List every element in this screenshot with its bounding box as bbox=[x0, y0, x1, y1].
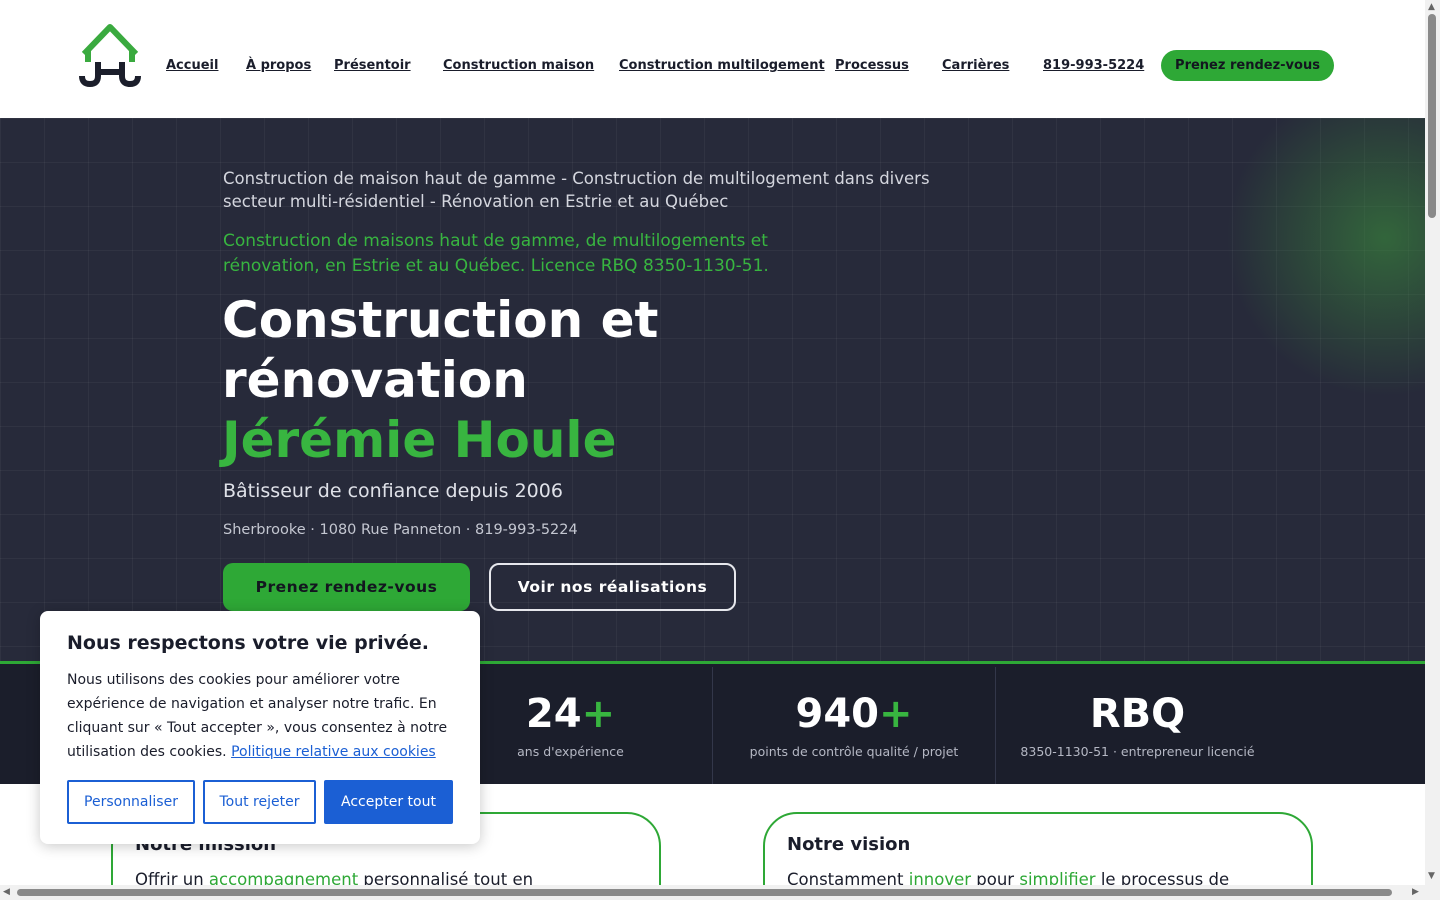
hero-tagline: Construction de maison haut de gamme - C… bbox=[223, 169, 930, 211]
hero-contact-info: Sherbrooke · 1080 Rue Panneton · 819-993… bbox=[223, 522, 578, 538]
horizontal-scrollbar-thumb[interactable] bbox=[17, 889, 1392, 896]
nav-presentoir[interactable]: Présentoir bbox=[334, 58, 411, 73]
stat-quality-value: 940+ bbox=[713, 691, 995, 737]
nav-a-propos[interactable]: À propos bbox=[246, 58, 311, 73]
hero-section: Construction de maison haut de gamme - C… bbox=[0, 118, 1425, 662]
stat-quality-points: 940+ points de contrôle qualité / projet bbox=[713, 664, 995, 784]
scroll-down-arrow-icon[interactable]: ▼ bbox=[1428, 871, 1435, 881]
site-header: Accueil À propos Présentoir Construction… bbox=[0, 0, 1425, 118]
cookie-accept-button[interactable]: Accepter tout bbox=[324, 780, 453, 824]
vertical-scrollbar-thumb[interactable] bbox=[1428, 14, 1436, 218]
nav-phone-link[interactable]: 819-993-5224 bbox=[1043, 58, 1144, 73]
hero-title: Construction et rénovation Jérémie Houle bbox=[222, 290, 658, 470]
stat-experience-plus: + bbox=[581, 691, 616, 737]
stat-quality-plus: + bbox=[878, 691, 913, 737]
stat-quality-number: 940 bbox=[795, 691, 879, 737]
scroll-left-arrow-icon[interactable]: ◀ bbox=[3, 887, 10, 897]
cookie-reject-button[interactable]: Tout rejeter bbox=[203, 780, 316, 824]
stat-rbq-text: RBQ bbox=[1089, 691, 1186, 737]
hero-licence-text: Construction de maisons haut de gamme, d… bbox=[223, 231, 769, 276]
stat-quality-label: points de contrôle qualité / projet bbox=[749, 744, 959, 759]
company-logo[interactable] bbox=[78, 22, 142, 88]
hero-portfolio-button[interactable]: Voir nos réalisations bbox=[489, 563, 736, 611]
scroll-up-arrow-icon[interactable]: ▲ bbox=[1428, 2, 1435, 12]
nav-construction-multilogement[interactable]: Construction multilogement bbox=[619, 58, 825, 73]
stat-rbq-value: RBQ bbox=[996, 691, 1279, 737]
cookie-customize-button[interactable]: Personnaliser bbox=[67, 780, 195, 824]
vertical-scrollbar[interactable]: ▲ ▼ bbox=[1425, 0, 1440, 900]
hero-title-name: Jérémie Houle bbox=[222, 411, 617, 469]
nav-carrieres[interactable]: Carrières bbox=[942, 58, 1009, 73]
hero-appointment-button[interactable]: Prenez rendez-vous bbox=[223, 563, 470, 611]
cookie-policy-link[interactable]: Politique relative aux cookies bbox=[231, 744, 436, 760]
stat-rbq-label: 8350-1130-51 · entrepreneur licencié bbox=[1020, 744, 1255, 759]
nav-processus[interactable]: Processus bbox=[835, 58, 909, 73]
vision-title: Notre vision bbox=[787, 834, 911, 855]
cookie-description: Nous utilisons des cookies pour améliore… bbox=[67, 668, 462, 764]
scroll-right-arrow-icon[interactable]: ▶ bbox=[1412, 887, 1419, 897]
cookie-consent-banner: Nous respectons votre vie privée. Nous u… bbox=[40, 611, 480, 844]
hero-title-line2: rénovation bbox=[222, 351, 528, 409]
nav-construction-maison[interactable]: Construction maison bbox=[443, 58, 594, 73]
cookie-title: Nous respectons votre vie privée. bbox=[67, 632, 429, 654]
hero-subtitle: Bâtisseur de confiance depuis 2006 bbox=[223, 480, 563, 502]
stat-rbq: RBQ 8350-1130-51 · entrepreneur licencié bbox=[996, 664, 1279, 784]
nav-accueil[interactable]: Accueil bbox=[166, 58, 218, 73]
hero-title-line1: Construction et bbox=[222, 291, 659, 349]
horizontal-scrollbar[interactable]: ◀ ▶ bbox=[0, 885, 1425, 900]
header-appointment-button[interactable]: Prenez rendez-vous bbox=[1161, 50, 1334, 81]
stat-experience-number: 24 bbox=[525, 691, 582, 737]
